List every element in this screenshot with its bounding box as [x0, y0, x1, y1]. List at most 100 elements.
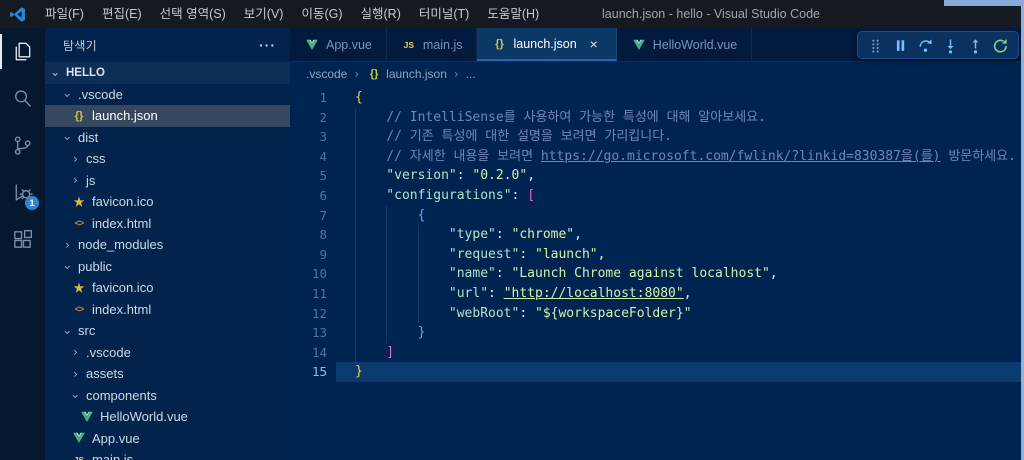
tree-root-label: HELLO — [66, 67, 105, 79]
code-token: "url" — [449, 286, 488, 301]
more-actions-icon[interactable]: ··· — [255, 37, 280, 53]
tree-item-favicon-ico[interactable]: ★favicon.ico — [45, 277, 290, 299]
gripper-icon[interactable] — [863, 33, 888, 57]
line-number: 6 — [290, 186, 336, 206]
indent-guide — [355, 264, 386, 284]
code-line-content: { — [336, 88, 1021, 108]
line-number: 11 — [290, 284, 336, 304]
activity-source-control-button[interactable] — [0, 122, 45, 169]
code-token: 방문하세요. — [941, 149, 1016, 164]
tree-item-dist[interactable]: ›dist — [45, 127, 290, 149]
tree-item-src[interactable]: ›src — [45, 320, 290, 342]
step-over-button[interactable] — [913, 33, 938, 57]
tree-item-assets[interactable]: ›assets — [45, 363, 290, 385]
step-out-button[interactable] — [963, 33, 988, 57]
code-line-content: } — [336, 323, 1021, 343]
code-token: "Launch Chrome against localhost" — [512, 266, 770, 281]
code-token: : — [512, 188, 528, 203]
tab-label: HelloWorld.vue — [653, 38, 738, 52]
tabs: App.vueJSmain.js{}launch.json× HelloWorld… — [290, 28, 752, 61]
files-icon — [11, 40, 34, 63]
code-line-content: "webRoot": "${workspaceFolder}" — [336, 304, 1021, 324]
tab-launch-json[interactable]: {}launch.json× — [477, 28, 616, 61]
chevron-right-icon: › — [69, 345, 82, 359]
menu-v[interactable]: 보기(V) — [235, 0, 293, 28]
activity-extensions-button[interactable] — [0, 216, 45, 263]
code-token: , — [770, 266, 778, 281]
indent-guide — [355, 304, 386, 324]
menu-g[interactable]: 이동(G) — [292, 0, 351, 28]
tree-item-node-modules[interactable]: ›node_modules — [45, 234, 290, 256]
tree-item-main-js[interactable]: JSmain.js — [45, 449, 290, 460]
code-line-14: 14] — [290, 343, 1021, 363]
sidebar-title: 탐색기 — [63, 37, 255, 54]
menu-t[interactable]: 터미널(T) — [410, 0, 478, 28]
activity-run-debug-button[interactable]: 1 — [0, 169, 45, 216]
menu-h[interactable]: 도움말(H) — [478, 0, 548, 28]
close-icon[interactable]: × — [586, 36, 602, 52]
code-line-2: 2// IntelliSense를 사용하여 가능한 특성에 대해 알아보세요. — [290, 108, 1021, 128]
menu-f[interactable]: 파일(F) — [36, 0, 93, 28]
line-number: 4 — [290, 147, 336, 167]
chevron-down-icon: › — [61, 326, 75, 339]
tree-item-label: js — [86, 173, 95, 188]
menu-r[interactable]: 실행(R) — [352, 0, 410, 28]
breadcrumb-segment-[interactable]: ... — [466, 67, 476, 81]
code-line-12: 12"webRoot": "${workspaceFolder}" — [290, 304, 1021, 324]
tree-item-components[interactable]: ›components — [45, 385, 290, 407]
line-number: 2 — [290, 108, 336, 128]
menu-e[interactable]: 편집(E) — [93, 0, 151, 28]
activity-bar: 1 — [0, 28, 45, 460]
code-token: : — [496, 227, 512, 242]
vue-icon — [71, 430, 87, 446]
restart-button[interactable] — [988, 33, 1013, 57]
pause-button[interactable] — [888, 33, 913, 57]
tree-item-css[interactable]: ›css — [45, 148, 290, 170]
code-line-13: 13} — [290, 323, 1021, 343]
activity-search-button[interactable] — [0, 75, 45, 122]
tab-helloworld-vue[interactable]: HelloWorld.vue — [617, 28, 753, 61]
menu-s[interactable]: 선택 영역(S) — [151, 0, 235, 28]
sidebar-header: 탐색기 ··· — [45, 28, 290, 62]
code-line-1: 1{ — [290, 88, 1021, 108]
debug-toolbar — [857, 31, 1019, 59]
tree-item-index-html[interactable]: <>index.html — [45, 213, 290, 235]
tab-main-js[interactable]: JSmain.js — [387, 28, 478, 61]
tree-item-launch-json[interactable]: {}launch.json — [45, 105, 290, 127]
tree-item-favicon-ico[interactable]: ★favicon.ico — [45, 191, 290, 213]
tree-item-label: components — [86, 388, 157, 403]
tree-item-helloworld-vue[interactable]: HelloWorld.vue — [45, 406, 290, 428]
code-line-content: "type": "chrome", — [336, 225, 1021, 245]
tree-item-vscode[interactable]: ›.vscode — [45, 84, 290, 106]
tree-item-vscode[interactable]: ›.vscode — [45, 342, 290, 364]
js-icon: JS — [401, 37, 417, 53]
indent-guide — [355, 108, 386, 128]
vscode-window: 파일(F)편집(E)선택 영역(S)보기(V)이동(G)실행(R)터미널(T)도… — [0, 0, 1024, 460]
code-token: "chrome" — [512, 227, 575, 242]
code-line-content: // 자세한 내용을 보려면 https://go.microsoft.com/… — [336, 147, 1021, 167]
code-token: "${workspaceFolder}" — [535, 306, 692, 321]
breadcrumb-segment-vscode[interactable]: .vscode — [306, 67, 347, 81]
tree-item-index-html[interactable]: <>index.html — [45, 299, 290, 321]
tab-app-vue[interactable]: App.vue — [290, 28, 387, 61]
activity-explorer-button[interactable] — [0, 28, 45, 75]
star-icon: ★ — [71, 194, 87, 210]
line-number: 5 — [290, 166, 336, 186]
editor-code-area[interactable]: 1{2// IntelliSense를 사용하여 가능한 특성에 대해 알아보세… — [290, 86, 1021, 460]
code-token: : — [488, 286, 504, 301]
tree-item-public[interactable]: ›public — [45, 256, 290, 278]
breadcrumb-segment-launch-json[interactable]: {}launch.json — [366, 66, 447, 82]
code-token: : — [457, 168, 473, 183]
star-icon: ★ — [71, 280, 87, 296]
tree-root-hello[interactable]: ›HELLO — [45, 62, 290, 84]
line-number: 14 — [290, 343, 336, 363]
indent-guide — [355, 343, 386, 363]
indent-guide — [386, 225, 417, 245]
step-into-button[interactable] — [938, 33, 963, 57]
tree-item-app-vue[interactable]: App.vue — [45, 428, 290, 450]
code-token: : — [519, 306, 535, 321]
indent-guide — [355, 127, 386, 147]
indent-guide — [386, 264, 417, 284]
tree-item-js[interactable]: ›js — [45, 170, 290, 192]
tree-item-label: main.js — [92, 452, 133, 460]
